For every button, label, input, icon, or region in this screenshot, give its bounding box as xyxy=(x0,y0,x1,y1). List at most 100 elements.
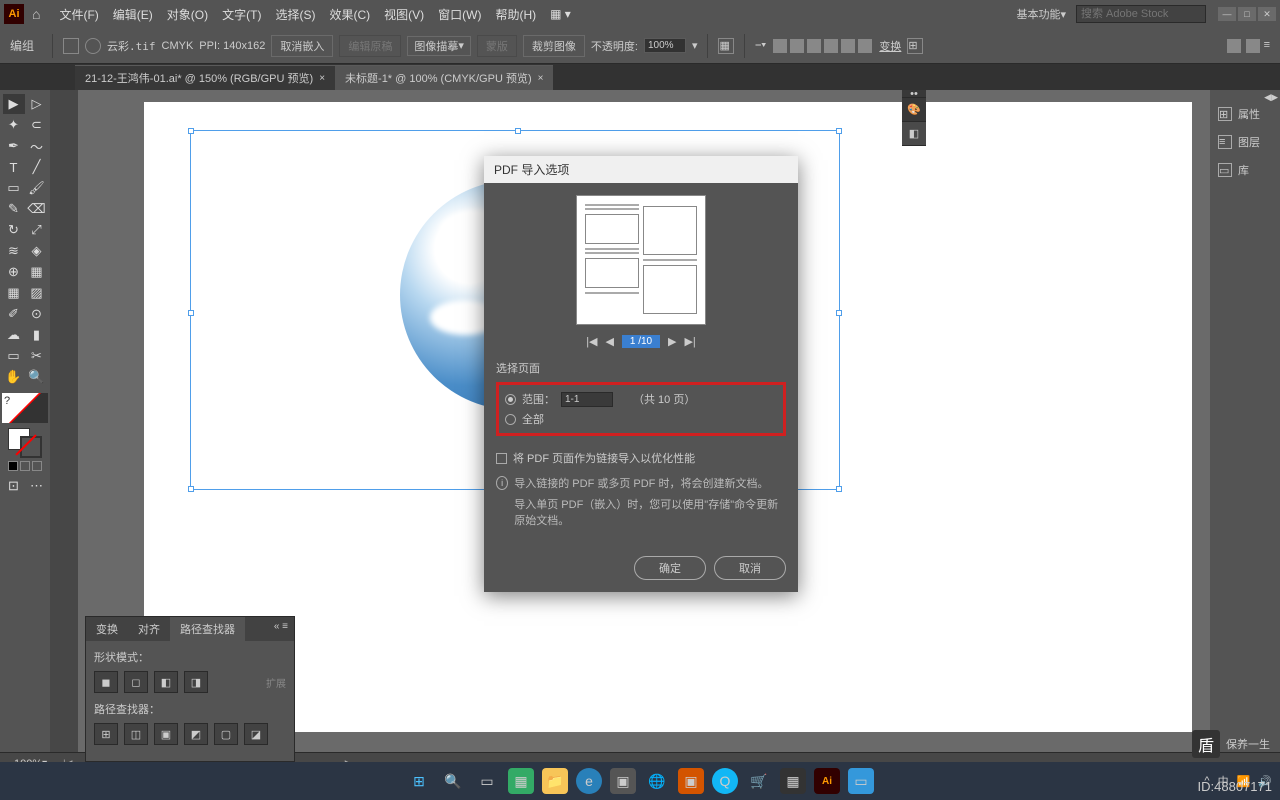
menu-effect[interactable]: 效果(C) xyxy=(322,6,377,23)
float-grip[interactable]: •• xyxy=(902,90,926,98)
line-tool[interactable]: ╱ xyxy=(26,157,48,177)
chrome-icon[interactable]: 🌐 xyxy=(644,768,670,794)
swatches-icon[interactable]: ◧ xyxy=(902,122,926,146)
intersect-button[interactable]: ◧ xyxy=(154,671,178,693)
style-icon[interactable]: ▦ xyxy=(718,38,734,54)
shaper-tool[interactable]: ✎ xyxy=(3,199,25,219)
next-page-icon[interactable]: ▶ xyxy=(668,335,676,348)
widgets-icon[interactable]: ▦ xyxy=(508,768,534,794)
opacity-input[interactable] xyxy=(644,38,686,53)
app-icon-2[interactable]: ▣ xyxy=(678,768,704,794)
panel-dock-icon[interactable] xyxy=(1227,39,1241,53)
edge-icon[interactable]: e xyxy=(576,768,602,794)
paintbrush-tool[interactable]: 🖌 xyxy=(26,178,48,198)
app-icon-3[interactable]: 🛒 xyxy=(746,768,772,794)
artboard-tool[interactable]: ▭ xyxy=(3,346,25,366)
gradient-tool[interactable]: ▨ xyxy=(26,283,48,303)
color-mode-normal[interactable] xyxy=(8,461,18,471)
task-view-icon[interactable]: ▭ xyxy=(474,768,500,794)
explorer-icon[interactable]: 📁 xyxy=(542,768,568,794)
color-mode-gradient[interactable] xyxy=(20,461,30,471)
panel-menu-icon[interactable]: ≡ xyxy=(1264,39,1270,53)
page-input[interactable] xyxy=(622,335,660,348)
align-dropdown-icon[interactable]: ⎯▾ xyxy=(755,39,766,52)
collapse-icon[interactable]: ◀▶ xyxy=(1264,92,1278,98)
outline-button[interactable]: ▢ xyxy=(214,723,238,745)
panel-libraries[interactable]: ▭库 xyxy=(1210,156,1280,184)
color-swatch[interactable] xyxy=(6,428,44,458)
align-right-icon[interactable] xyxy=(807,39,821,53)
align-center-icon[interactable] xyxy=(790,39,804,53)
align-left-icon[interactable] xyxy=(773,39,787,53)
pen-tool[interactable]: ✒ xyxy=(3,136,25,156)
close-button[interactable]: ✕ xyxy=(1258,7,1276,21)
fill-toggle[interactable]: ? xyxy=(2,393,48,423)
panel-properties[interactable]: ⊞属性 xyxy=(1210,100,1280,128)
transform-link[interactable]: 变换 xyxy=(879,38,901,54)
crop-button[interactable]: 裁剪图像 xyxy=(523,35,585,57)
start-icon[interactable]: ⊞ xyxy=(406,768,432,794)
panel-layers[interactable]: ≡图层 xyxy=(1210,128,1280,156)
last-page-icon[interactable]: ▶| xyxy=(684,335,695,348)
app-icon-1[interactable]: ▣ xyxy=(610,768,636,794)
tab-close-icon[interactable]: × xyxy=(319,73,325,84)
range-radio[interactable] xyxy=(505,394,516,405)
shape-builder-tool[interactable]: ⊕ xyxy=(3,262,25,282)
hand-tool[interactable]: ✋ xyxy=(3,367,25,387)
exclude-button[interactable]: ◨ xyxy=(184,671,208,693)
tab-transform[interactable]: 变换 xyxy=(86,617,128,641)
tab-align[interactable]: 对齐 xyxy=(128,617,170,641)
first-page-icon[interactable]: |◀ xyxy=(586,335,597,348)
tab-pathfinder[interactable]: 路径查找器 xyxy=(170,617,245,641)
link-checkbox[interactable] xyxy=(496,453,507,464)
app-icon-5[interactable]: ▭ xyxy=(848,768,874,794)
qq-icon[interactable]: Q xyxy=(712,768,738,794)
illustrator-taskbar-icon[interactable]: Ai xyxy=(814,768,840,794)
prev-page-icon[interactable]: ◀ xyxy=(606,335,614,348)
unite-button[interactable]: ◼ xyxy=(94,671,118,693)
align-bottom-icon[interactable] xyxy=(858,39,872,53)
range-input[interactable] xyxy=(561,392,613,407)
search-icon[interactable]: 🔍 xyxy=(440,768,466,794)
perspective-tool[interactable]: ▦ xyxy=(26,262,48,282)
arrange-icon[interactable]: ▦ ▾ xyxy=(543,7,578,21)
free-transform-tool[interactable]: ◈ xyxy=(26,241,48,261)
home-icon[interactable]: ⌂ xyxy=(32,6,40,22)
menu-window[interactable]: 窗口(W) xyxy=(431,6,488,23)
mesh-tool[interactable]: ▦ xyxy=(3,283,25,303)
align-middle-icon[interactable] xyxy=(841,39,855,53)
image-trace-dropdown[interactable]: 图像描摹 ▾ xyxy=(407,36,471,56)
cancel-embed-button[interactable]: 取消嵌入 xyxy=(271,35,333,57)
width-tool[interactable]: ≋ xyxy=(3,241,25,261)
slice-tool[interactable]: ✂ xyxy=(26,346,48,366)
embed-icon[interactable] xyxy=(63,38,79,54)
opacity-chevron[interactable]: ▾ xyxy=(692,39,698,52)
merge-button[interactable]: ▣ xyxy=(154,723,178,745)
menu-edit[interactable]: 编辑(E) xyxy=(106,6,160,23)
graph-tool[interactable]: ▮ xyxy=(26,325,48,345)
minus-front-button[interactable]: ◻ xyxy=(124,671,148,693)
type-tool[interactable]: T xyxy=(3,157,25,177)
edit-toolbar[interactable]: ⋯ xyxy=(26,476,48,496)
direct-selection-tool[interactable]: ▷ xyxy=(26,94,48,114)
crop-button2[interactable]: ◩ xyxy=(184,723,208,745)
menu-select[interactable]: 选择(S) xyxy=(268,6,322,23)
panel-dock2-icon[interactable] xyxy=(1246,39,1260,53)
scale-tool[interactable]: ⤢ xyxy=(26,220,48,240)
screen-mode[interactable]: ⊡ xyxy=(3,476,25,496)
maximize-button[interactable]: □ xyxy=(1238,7,1256,21)
menu-type[interactable]: 文字(T) xyxy=(215,6,268,23)
doc-tab-2[interactable]: 未标题-1* @ 100% (CMYK/GPU 预览)× xyxy=(335,65,553,90)
selection-tool[interactable]: ▶ xyxy=(3,94,25,114)
magic-wand-tool[interactable]: ✦ xyxy=(3,115,25,135)
curvature-tool[interactable]: 〜 xyxy=(26,136,48,156)
color-mode-none[interactable] xyxy=(32,461,42,471)
menu-file[interactable]: 文件(F) xyxy=(52,6,105,23)
menu-help[interactable]: 帮助(H) xyxy=(488,6,543,23)
menu-view[interactable]: 视图(V) xyxy=(377,6,431,23)
app-icon-4[interactable]: ▦ xyxy=(780,768,806,794)
blend-tool[interactable]: ⊙ xyxy=(26,304,48,324)
zoom-tool[interactable]: 🔍 xyxy=(26,367,48,387)
color-palette-icon[interactable]: 🎨 xyxy=(902,98,926,122)
rotate-tool[interactable]: ↻ xyxy=(3,220,25,240)
